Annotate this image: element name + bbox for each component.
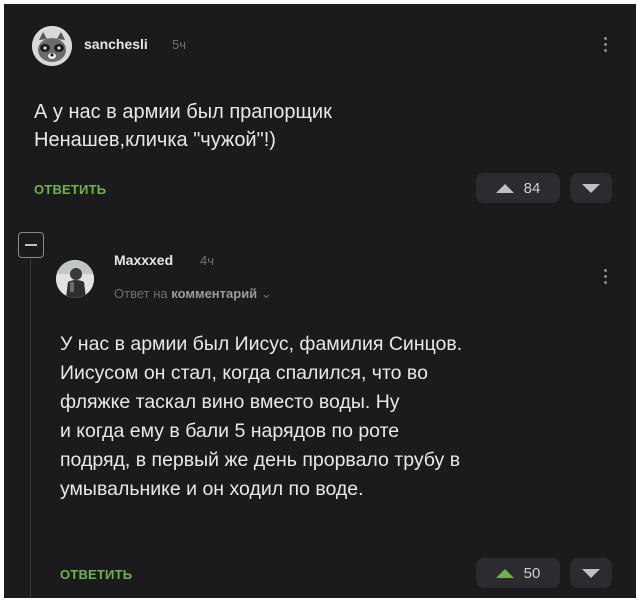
reply-to-target: комментарий <box>171 286 258 301</box>
thread-line <box>30 258 31 598</box>
person-avatar-icon <box>56 260 94 298</box>
arrow-down-icon <box>582 568 600 578</box>
arrow-down-icon <box>582 183 600 193</box>
reply-avatar[interactable] <box>56 260 94 298</box>
reply-upvote-button[interactable]: 50 <box>476 558 560 588</box>
arrow-up-icon <box>495 183 514 193</box>
avatar[interactable] <box>32 26 72 66</box>
reply-to-prefix: Ответ на <box>114 286 168 301</box>
reply-to-link[interactable]: Ответ на комментарий ⌄ <box>114 286 272 302</box>
reply-username[interactable]: Maxxxed <box>114 252 173 268</box>
reply-reply-button[interactable]: ОТВЕТИТЬ <box>60 567 132 582</box>
comment-reply-button[interactable]: ОТВЕТИТЬ <box>34 182 106 197</box>
comment-time: 5ч <box>172 37 187 52</box>
comment-more-icon[interactable] <box>600 34 610 55</box>
comment-username[interactable]: sanchesli <box>84 36 148 52</box>
raccoon-avatar-icon <box>32 26 72 66</box>
comment-text: А у нас в армии был прапорщик Ненашев,кл… <box>34 101 332 151</box>
comment-upvote-button[interactable]: 84 <box>476 173 560 203</box>
chevron-down-icon: ⌄ <box>260 286 272 301</box>
comment-downvote-button[interactable] <box>570 173 612 203</box>
collapse-thread-button[interactable] <box>18 232 44 258</box>
comment-vote-count: 84 <box>523 179 541 197</box>
reply-downvote-button[interactable] <box>570 558 612 588</box>
arrow-up-icon <box>495 568 514 578</box>
reply-more-icon[interactable] <box>600 266 610 287</box>
reply-time: 4ч <box>200 253 215 268</box>
reply-vote-count: 50 <box>523 564 541 582</box>
comment-thread: sanchesli 5ч А у нас в армии был прапорщ… <box>4 4 636 598</box>
reply-text: У нас в армии был Иисус, фамилия Синцов.… <box>60 333 463 500</box>
